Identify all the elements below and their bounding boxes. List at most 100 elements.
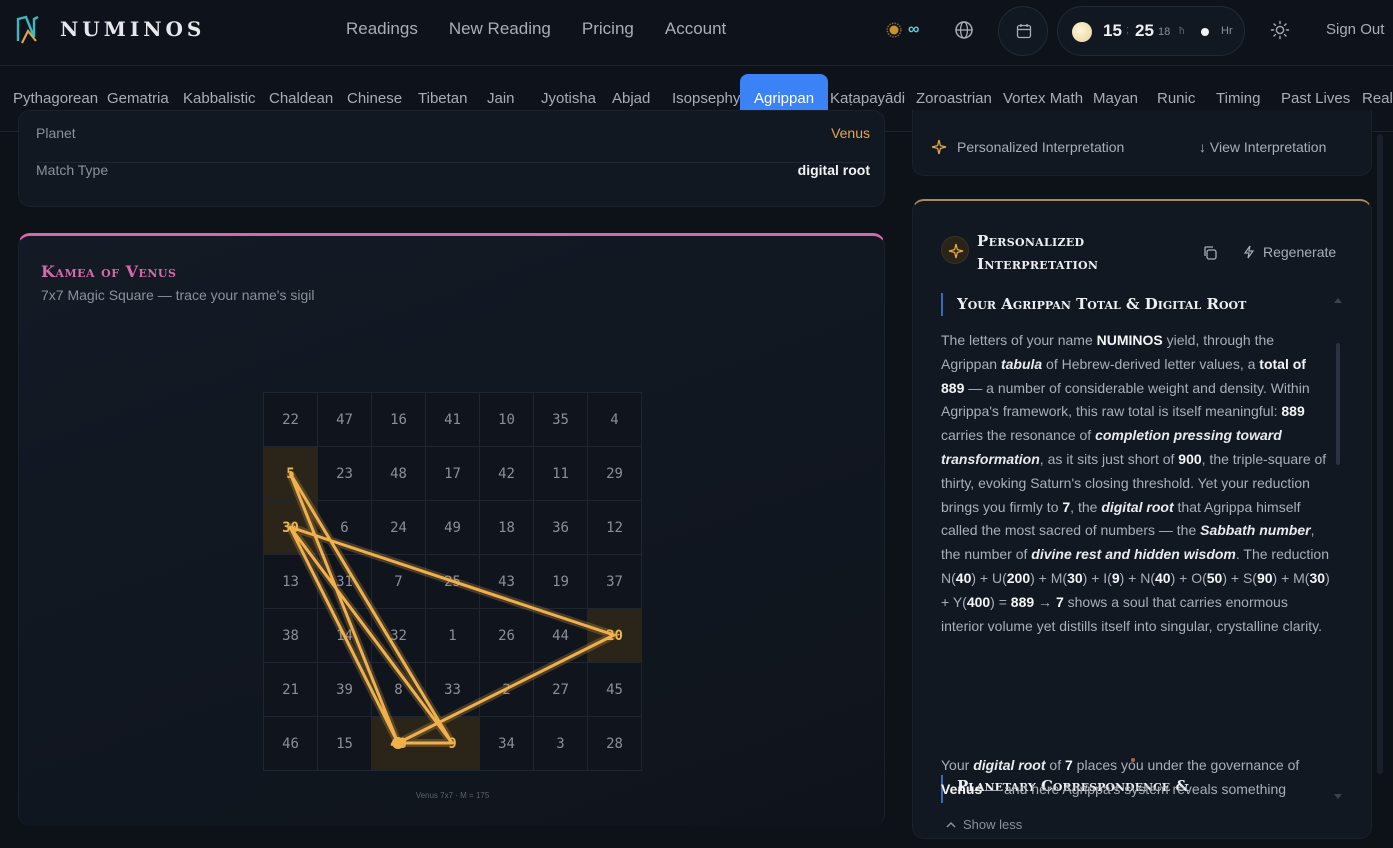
magic-square-cell: 29 <box>588 447 642 501</box>
magic-square-cell: 14 <box>318 609 372 663</box>
magic-square-cell: 41 <box>426 393 480 447</box>
view-interpretation-link[interactable]: ↓ View Interpretation <box>1199 139 1326 155</box>
magic-square-cell: 38 <box>264 609 318 663</box>
magic-square-cell: 1 <box>426 609 480 663</box>
magic-square-cell: 43 <box>480 555 534 609</box>
sign-out-link[interactable]: Sign Out <box>1326 21 1384 38</box>
sun-medallion-icon <box>886 22 902 38</box>
kamea-title: Kamea of Venus <box>41 262 177 281</box>
lightning-icon <box>1243 245 1255 259</box>
interpretation-title: Personalized Interpretation <box>977 232 1099 273</box>
magic-square-cell: 30 <box>264 501 318 555</box>
copy-icon[interactable] <box>1202 245 1218 261</box>
magic-square-cell: 40 <box>372 717 426 771</box>
magic-square-cell: 23 <box>318 447 372 501</box>
magic-square-cell: 3 <box>534 717 588 771</box>
nav-new-reading[interactable]: New Reading <box>449 19 551 39</box>
reading-details-card: Planet Venus Match Type digital root <box>18 110 885 207</box>
detail-key: Planet <box>36 125 76 141</box>
detail-value: Venus <box>831 125 870 141</box>
clock-seconds: 18 <box>1158 26 1171 38</box>
magic-square-cell: 24 <box>372 501 426 555</box>
detail-row-planet: Planet Venus <box>36 125 870 163</box>
clock-minutes: 25 <box>1135 21 1154 40</box>
show-less-button[interactable]: Show less <box>945 817 1022 832</box>
magic-square-cell: 31 <box>318 555 372 609</box>
calendar-button[interactable] <box>998 6 1048 56</box>
magic-square-cell: 37 <box>588 555 642 609</box>
planetary-clock[interactable]: 15 ; 25 18 ħ Hr <box>1057 6 1245 56</box>
detail-key: Match Type <box>36 162 109 178</box>
scroll-down-icon[interactable] <box>1333 793 1343 801</box>
magic-square-cell: 42 <box>480 447 534 501</box>
magic-square-cell: 20 <box>588 609 642 663</box>
magic-square-cell: 10 <box>480 393 534 447</box>
magic-square-cell: 9 <box>426 717 480 771</box>
nav-readings[interactable]: Readings <box>346 19 418 39</box>
calendar-icon <box>1016 24 1032 39</box>
scroll-up-icon[interactable] <box>1333 296 1343 304</box>
view-interpretation-label: View Interpretation <box>1209 139 1327 155</box>
magic-square-grid: 22 47 16 41 10 35 4 5 23 48 17 42 11 29 30 6 24 49 18 36 12 1… <box>263 392 642 771</box>
chevron-up-icon <box>946 821 956 828</box>
sparkle-badge-icon <box>941 236 969 264</box>
kamea-caption: Venus 7x7 · M = 175 <box>415 791 490 800</box>
kamea-subtitle: 7x7 Magic Square — trace your name's sig… <box>41 287 315 303</box>
magic-square-cell: 28 <box>588 717 642 771</box>
moon-phase-icon <box>1072 22 1092 42</box>
sun-theme-toggle-icon[interactable] <box>1270 20 1290 40</box>
magic-square-cell: 45 <box>588 663 642 717</box>
page-scrollbar[interactable] <box>1377 134 1383 774</box>
magic-square-cell: 16 <box>372 393 426 447</box>
magic-square-cell: 27 <box>534 663 588 717</box>
credits-indicator[interactable]: ∞ <box>886 21 919 39</box>
magic-square-cell: 13 <box>264 555 318 609</box>
clock-glyph: ħ <box>1179 26 1185 37</box>
magic-square-cell: 32 <box>372 609 426 663</box>
magic-square-cell: 19 <box>534 555 588 609</box>
magic-square-cell: 2 <box>480 663 534 717</box>
detail-row-match-type: Match Type digital root <box>36 162 870 200</box>
magic-square-cell: 26 <box>480 609 534 663</box>
section-title-total: Your Agrippan Total & Digital Root <box>941 293 1246 316</box>
interpretation-scroll-area[interactable]: Your Agrippan Total & Digital Root The l… <box>913 283 1353 803</box>
numinos-logo-icon <box>16 15 39 44</box>
clock-unit: Hr <box>1221 25 1233 37</box>
brand-name: NUMINOS <box>60 17 206 41</box>
magic-square-cell: 25 <box>426 555 480 609</box>
magic-square-cell: 48 <box>372 447 426 501</box>
credits-value: ∞ <box>908 21 920 38</box>
magic-square-cell: 39 <box>318 663 372 717</box>
brand[interactable]: NUMINOS <box>14 13 205 45</box>
magic-square-cell: 15 <box>318 717 372 771</box>
interpretation-quick-bar: Personalized Interpretation ↓ View Inter… <box>912 110 1372 176</box>
magic-square-cell: 5 <box>264 447 318 501</box>
magic-square-cell: 18 <box>480 501 534 555</box>
magic-square-cell: 44 <box>534 609 588 663</box>
nav-pricing[interactable]: Pricing <box>582 19 634 39</box>
globe-icon[interactable] <box>954 20 974 40</box>
section-body-planetary: Your digital root of 7 places you under … <box>941 757 1300 797</box>
magic-square-cell: 6 <box>318 501 372 555</box>
scrollbar-thumb[interactable] <box>1336 343 1340 465</box>
sparkle-icon <box>931 139 947 155</box>
magic-square-cell: 22 <box>264 393 318 447</box>
kamea-card: Kamea of Venus 7x7 Magic Square — trace … <box>18 233 885 826</box>
clock-hours: 15 <box>1103 21 1122 40</box>
top-navbar: NUMINOS Readings New Reading Pricing Acc… <box>0 0 1393 66</box>
magic-square-cell: 35 <box>534 393 588 447</box>
magic-square-cell: 47 <box>318 393 372 447</box>
interpretation-bar-label: Personalized Interpretation <box>957 139 1125 155</box>
clock-separator: ; <box>1126 24 1130 36</box>
section-body-total: The letters of your name NUMINOS yield, … <box>941 332 1330 634</box>
magic-square-cell: 49 <box>426 501 480 555</box>
magic-square-cell: 4 <box>588 393 642 447</box>
magic-square-cell: 8 <box>372 663 426 717</box>
magic-square-cell: 11 <box>534 447 588 501</box>
magic-square-cell: 21 <box>264 663 318 717</box>
nav-account[interactable]: Account <box>665 19 726 39</box>
main-nav: Readings New Reading Pricing Account <box>346 19 757 39</box>
regenerate-button[interactable]: Regenerate <box>1242 244 1336 260</box>
magic-square-cell: 46 <box>264 717 318 771</box>
magic-square-cell: 7 <box>372 555 426 609</box>
